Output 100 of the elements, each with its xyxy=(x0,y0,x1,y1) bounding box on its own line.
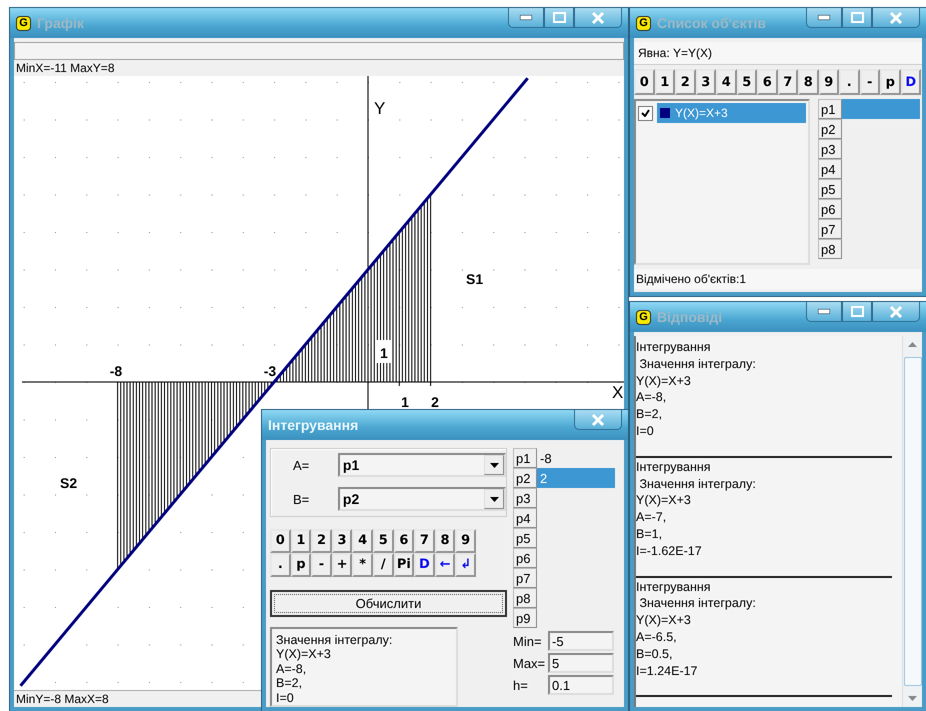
key-button[interactable]: 4 xyxy=(352,528,373,553)
key-button[interactable]: 2 xyxy=(675,69,696,95)
close-button[interactable] xyxy=(574,410,622,430)
key-button[interactable]: 8 xyxy=(434,528,456,553)
key-button[interactable]: D xyxy=(900,69,921,95)
minimize-button[interactable] xyxy=(508,8,544,28)
maximize-icon xyxy=(850,306,864,317)
axis-label: X xyxy=(612,383,624,402)
key-button[interactable]: ← xyxy=(434,552,456,577)
key-button[interactable]: 5 xyxy=(372,528,394,553)
app-logo-icon: G xyxy=(636,310,651,324)
key-button[interactable]: 3 xyxy=(332,528,352,553)
tick-label: 1 xyxy=(380,345,388,361)
window-title: Графік xyxy=(37,15,84,31)
tick-label: 2 xyxy=(431,394,439,410)
key-button[interactable]: 2 xyxy=(311,528,332,553)
tick-label: 1 xyxy=(401,394,409,410)
key-button[interactable]: 1 xyxy=(654,69,675,95)
param-button[interactable]: p6 xyxy=(513,548,537,568)
param-button[interactable]: p4 xyxy=(513,508,537,528)
scrollbar[interactable] xyxy=(902,336,922,707)
compute-button[interactable]: Обчислити xyxy=(270,590,507,618)
key-button[interactable]: D xyxy=(414,552,435,577)
dropdown-icon xyxy=(490,462,498,468)
key-button[interactable]: 8 xyxy=(798,69,818,95)
tick-label: -3 xyxy=(264,363,276,379)
key-button[interactable]: ↲ xyxy=(455,552,476,577)
range-label: Min= xyxy=(513,634,543,648)
key-button[interactable]: . xyxy=(270,552,291,577)
check-icon xyxy=(641,109,650,117)
key-button[interactable]: * xyxy=(352,552,373,577)
status-text: MinY=-8 MaxX=8 xyxy=(16,692,109,706)
key-button[interactable]: p xyxy=(290,552,312,577)
range-label: h= xyxy=(513,678,529,692)
app-logo-icon: G xyxy=(16,16,31,30)
minimize-icon xyxy=(818,309,830,314)
close-button[interactable] xyxy=(872,302,920,322)
minimize-button[interactable] xyxy=(806,302,842,322)
area-label: S1 xyxy=(466,271,484,287)
param-button[interactable]: p7 xyxy=(513,568,537,588)
range-field[interactable]: 5 xyxy=(548,653,614,673)
minimize-icon xyxy=(818,15,830,20)
param-button[interactable]: p1 xyxy=(513,448,537,468)
field-label: A= xyxy=(292,458,310,473)
key-button[interactable]: 1 xyxy=(290,528,312,553)
maximize-icon xyxy=(552,12,566,23)
maximize-button[interactable] xyxy=(544,8,574,28)
limit-combo[interactable]: p1 xyxy=(338,453,506,478)
status-text: MinX=-11 MaxY=8 xyxy=(16,61,114,75)
param-button[interactable]: p3 xyxy=(513,488,537,508)
param-button[interactable]: p2 xyxy=(513,468,537,488)
type-label: Явна: Y=Y(X) xyxy=(634,42,922,65)
key-button[interactable]: 5 xyxy=(736,69,757,95)
key-button[interactable]: . xyxy=(839,69,860,95)
window-title: Інтегрування xyxy=(268,417,358,433)
key-button[interactable]: - xyxy=(311,552,332,577)
key-button[interactable]: / xyxy=(372,552,394,577)
checkbox[interactable] xyxy=(638,106,653,120)
limit-combo[interactable]: p2 xyxy=(338,487,506,512)
key-button[interactable]: Pi xyxy=(394,552,414,577)
key-button[interactable]: 6 xyxy=(394,528,414,553)
param-button[interactable]: p8 xyxy=(513,588,537,608)
param-button[interactable]: p8 xyxy=(818,239,842,259)
param-button[interactable]: p7 xyxy=(818,219,842,239)
scroll-down-icon xyxy=(908,696,917,701)
param-value[interactable]: -8 xyxy=(537,448,615,468)
key-button[interactable]: + xyxy=(332,552,352,577)
range-field[interactable]: 0.1 xyxy=(548,675,614,695)
param-button[interactable]: p3 xyxy=(818,139,842,159)
minimize-button[interactable] xyxy=(806,8,842,28)
param-button[interactable]: p1 xyxy=(818,99,842,119)
maximize-button[interactable] xyxy=(842,8,872,28)
key-button[interactable]: 3 xyxy=(696,69,716,95)
maximize-button[interactable] xyxy=(842,302,872,322)
key-button[interactable]: 0 xyxy=(634,69,654,95)
key-button[interactable]: 7 xyxy=(778,69,798,95)
window-title: Відповіді xyxy=(657,309,722,325)
key-button[interactable]: 0 xyxy=(270,528,291,553)
tick-label: -8 xyxy=(110,363,122,379)
close-button[interactable] xyxy=(574,8,622,28)
range-label: Max= xyxy=(513,656,546,670)
key-button[interactable]: 9 xyxy=(455,528,476,553)
axis-label: Y xyxy=(374,99,386,118)
window-title: Список об'єктів xyxy=(657,15,766,31)
close-icon xyxy=(591,414,605,426)
key-button[interactable]: 4 xyxy=(716,69,736,95)
range-field[interactable]: -5 xyxy=(548,631,614,651)
key-button[interactable]: 6 xyxy=(757,69,778,95)
param-button[interactable]: p4 xyxy=(818,159,842,179)
param-button[interactable]: p2 xyxy=(818,119,842,139)
key-button[interactable]: p xyxy=(880,69,900,95)
key-button[interactable]: 9 xyxy=(818,69,839,95)
close-button[interactable] xyxy=(872,8,920,28)
app-logo-icon: G xyxy=(636,16,651,30)
param-button[interactable]: p6 xyxy=(818,199,842,219)
param-button[interactable]: p5 xyxy=(513,528,537,548)
key-button[interactable]: 7 xyxy=(414,528,435,553)
param-button[interactable]: p9 xyxy=(513,608,537,628)
param-button[interactable]: p5 xyxy=(818,179,842,199)
key-button[interactable]: - xyxy=(860,69,880,95)
